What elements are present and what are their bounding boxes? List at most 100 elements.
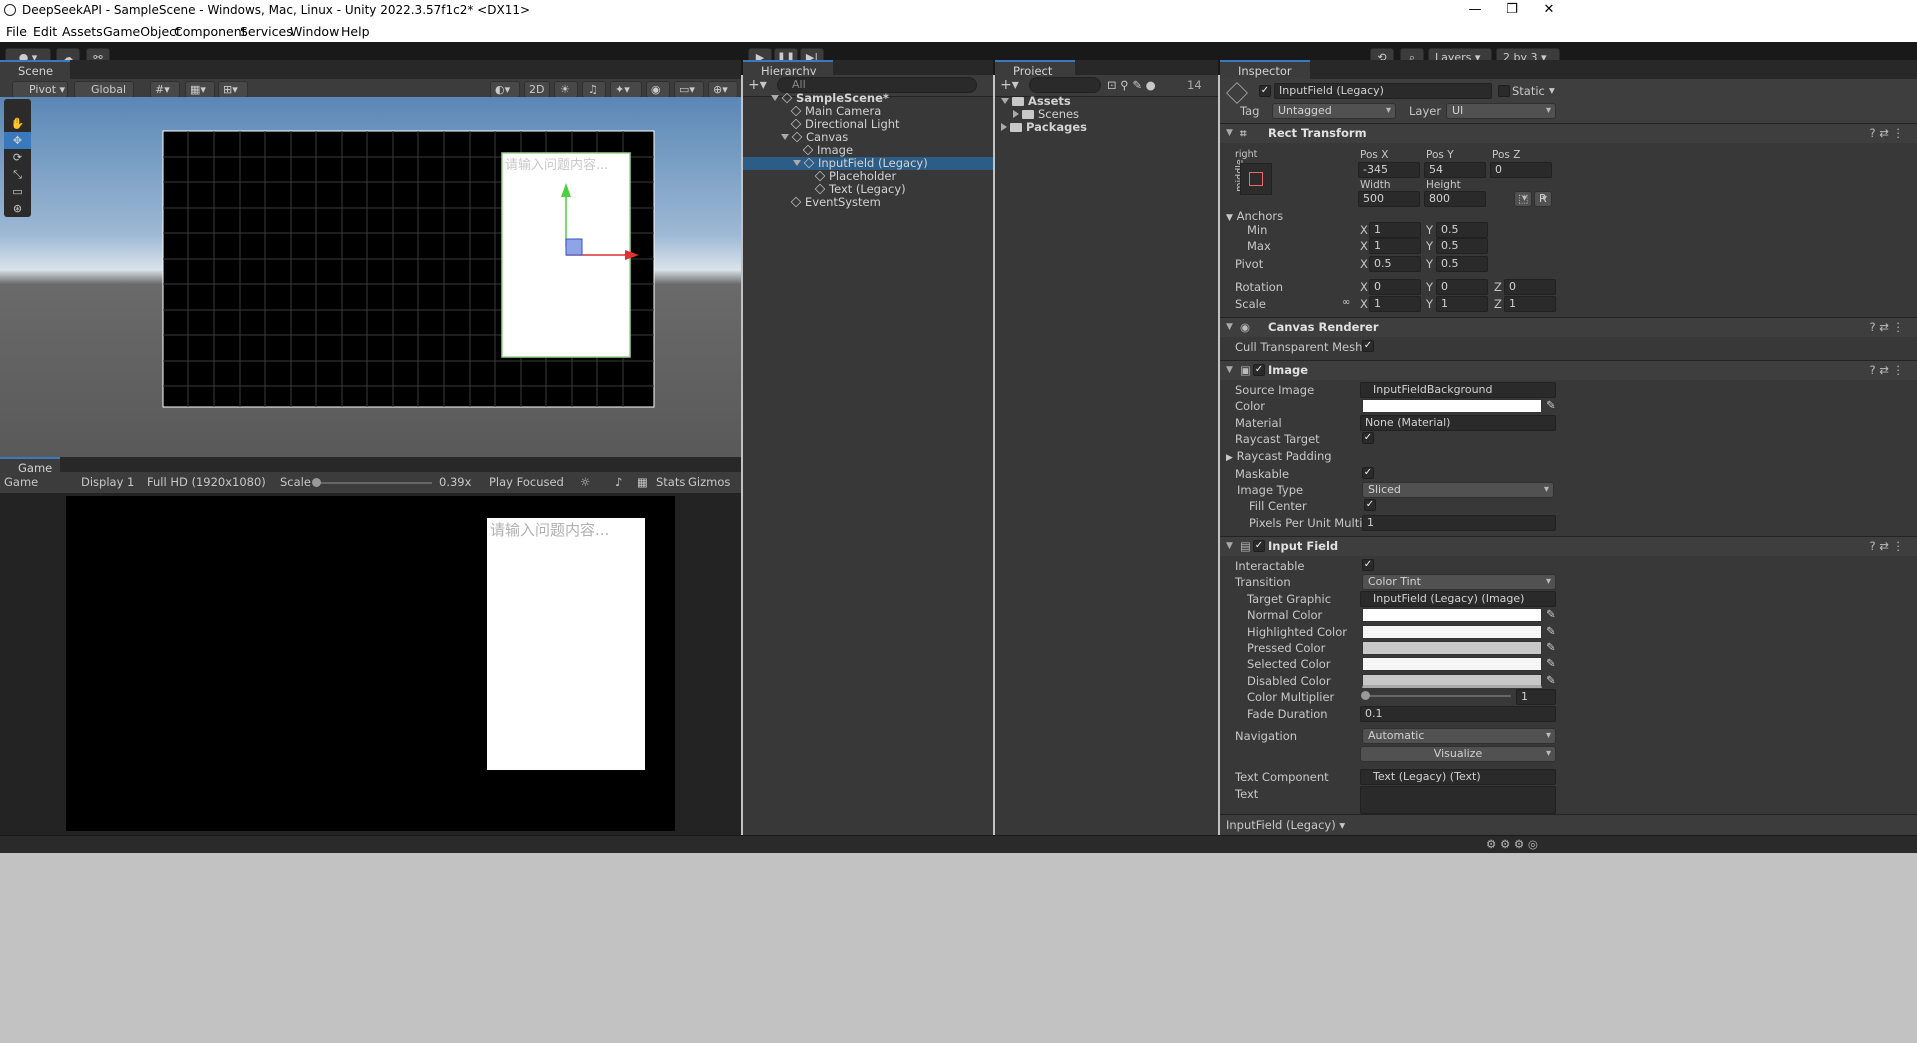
component-menu-icons[interactable]: ? ⇄ ⋮ [1869, 537, 1904, 556]
menu-component[interactable]: Component [174, 24, 247, 39]
component-menu-icons[interactable]: ? ⇄ ⋮ [1869, 361, 1904, 380]
tab-inspector[interactable]: Inspector [1220, 60, 1310, 79]
anchor-max-x-field[interactable]: 1 [1369, 238, 1421, 254]
scale-x-field[interactable]: 1 [1369, 296, 1421, 312]
bug-icon[interactable]: ☼ [580, 475, 590, 489]
hierarchy-item[interactable]: EventSystem [743, 196, 993, 209]
material-field[interactable]: None (Material) [1360, 415, 1556, 431]
eyedropper-icon[interactable]: ✎ [1546, 624, 1556, 638]
ppu-field[interactable]: 1 [1362, 515, 1556, 531]
eyedropper-icon[interactable]: ✎ [1546, 398, 1556, 412]
visualize-button[interactable]: Visualize [1360, 746, 1556, 762]
disabled-color-swatch[interactable] [1362, 674, 1542, 688]
frame-icon[interactable]: ▦ [637, 475, 648, 489]
rotation-y-field[interactable]: 0 [1436, 279, 1488, 295]
height-field[interactable]: 800 [1424, 191, 1486, 207]
cull-checkbox[interactable]: ✓ [1362, 340, 1374, 352]
color-multiplier-slider[interactable] [1365, 695, 1511, 697]
scale-slider-handle[interactable] [312, 478, 321, 487]
anchors-foldout[interactable]: ▼ Anchors [1226, 209, 1283, 223]
active-checkbox[interactable]: ✓ [1259, 85, 1271, 97]
lighting-icon[interactable]: ☀ [554, 81, 578, 98]
hidden-objects-icon[interactable]: ◉ [646, 81, 670, 98]
stats-button[interactable]: Stats [656, 475, 685, 489]
rotation-z-field[interactable]: 0 [1504, 279, 1556, 295]
menu-services[interactable]: Services [240, 24, 293, 39]
pivot-x-field[interactable]: 0.5 [1369, 256, 1421, 272]
anchor-preset-button[interactable] [1240, 163, 1272, 195]
width-field[interactable]: 500 [1358, 191, 1420, 207]
project-search-input[interactable] [1029, 77, 1101, 93]
menu-file[interactable]: File [6, 24, 27, 39]
add-icon[interactable]: +▾ [748, 77, 767, 93]
canvas-renderer-header[interactable]: ▼ ◉ Canvas Renderer ? ⇄ ⋮ [1220, 317, 1917, 337]
gizmos-button[interactable]: Gizmos [688, 475, 730, 489]
filter-icons[interactable]: ⊡ ⚲ ✎ ● [1107, 78, 1156, 92]
menu-edit[interactable]: Edit [33, 24, 57, 39]
constrain-proportions-icon[interactable]: ∞ [1342, 297, 1350, 308]
grid-snap-icon[interactable]: #▾ [150, 81, 180, 98]
component-menu-icons[interactable]: ? ⇄ ⋮ [1869, 124, 1904, 143]
pivot-y-field[interactable]: 0.5 [1436, 256, 1488, 272]
rect-transform-header[interactable]: ▼ ⌗ Rect Transform ? ⇄ ⋮ [1220, 123, 1917, 143]
highlighted-color-swatch[interactable] [1362, 625, 1542, 639]
color-swatch[interactable] [1362, 399, 1542, 413]
image-component-header[interactable]: ▼ ▣ ✓ Image ? ⇄ ⋮ [1220, 360, 1917, 380]
anchor-min-x-field[interactable]: 1 [1369, 222, 1421, 238]
input-field-header[interactable]: ▼ ▤ ✓ Input Field ? ⇄ ⋮ [1220, 536, 1917, 556]
rotation-x-field[interactable]: 0 [1369, 279, 1421, 295]
posy-field[interactable]: 54 [1424, 162, 1486, 178]
status-icons[interactable]: ⚙ ⚙ ⚙ ◎ [1486, 837, 1538, 851]
text-component-field[interactable]: Text (Legacy) (Text) [1360, 769, 1556, 785]
draw-mode-icon[interactable]: ◐▾ [490, 81, 520, 98]
raw-edit-button[interactable]: R [1534, 191, 1552, 207]
text-field[interactable] [1360, 786, 1556, 814]
component-menu-icons[interactable]: ? ⇄ ⋮ [1869, 318, 1904, 337]
game-view[interactable]: 请输入问题内容... [66, 496, 675, 831]
transition-dropdown[interactable]: Color Tint [1362, 574, 1556, 590]
camera-icon[interactable]: ▭▾ [674, 81, 704, 98]
anchor-min-y-field[interactable]: 0.5 [1436, 222, 1488, 238]
blueprint-mode-button[interactable]: ⬚ [1514, 191, 1532, 207]
raycast-target-checkbox[interactable]: ✓ [1362, 432, 1374, 444]
scale-slider[interactable] [316, 482, 432, 484]
project-item[interactable]: Packages [995, 121, 1218, 134]
preview-dropdown[interactable]: InputField (Legacy) ▾ [1226, 818, 1345, 832]
object-name-field[interactable]: InputField (Legacy) [1274, 83, 1492, 99]
color-multiplier-handle[interactable] [1361, 691, 1370, 700]
gizmos-icon[interactable]: ⊕▾ [708, 81, 738, 98]
eyedropper-icon[interactable]: ✎ [1546, 640, 1556, 654]
maskable-checkbox[interactable]: ✓ [1362, 467, 1374, 479]
image-type-dropdown[interactable]: Sliced [1362, 482, 1554, 498]
static-checkbox[interactable] [1498, 85, 1510, 97]
game-inputfield[interactable]: 请输入问题内容... [487, 518, 645, 770]
close-button[interactable]: ✕ [1526, 0, 1572, 20]
color-multiplier-field[interactable]: 1 [1516, 689, 1556, 705]
source-image-field[interactable]: InputFieldBackground [1360, 382, 1556, 398]
audio-icon[interactable]: ♫ [582, 81, 606, 98]
static-dropdown-icon[interactable]: ▾ [1549, 83, 1555, 97]
target-graphic-field[interactable]: InputField (Legacy) (Image) [1360, 591, 1556, 607]
input-field-enabled-checkbox[interactable]: ✓ [1253, 540, 1265, 552]
normal-color-swatch[interactable] [1362, 608, 1542, 622]
play-focused-dropdown[interactable]: Play Focused [489, 475, 564, 489]
eyedropper-icon[interactable]: ✎ [1546, 607, 1556, 621]
scale-y-field[interactable]: 1 [1436, 296, 1488, 312]
tag-dropdown[interactable]: Untagged [1272, 103, 1396, 119]
eyedropper-icon[interactable]: ✎ [1546, 673, 1556, 687]
grid-icon[interactable]: ▦▾ [185, 81, 215, 98]
fill-center-checkbox[interactable]: ✓ [1364, 499, 1376, 511]
fade-duration-field[interactable]: 0.1 [1360, 706, 1556, 722]
menu-assets[interactable]: Assets [62, 24, 103, 39]
selected-color-swatch[interactable] [1362, 657, 1542, 671]
project-item[interactable]: Assets [995, 95, 1218, 108]
hierarchy-item[interactable]: Directional Light [743, 118, 993, 131]
posx-field[interactable]: -345 [1358, 162, 1420, 178]
interactable-checkbox[interactable]: ✓ [1362, 559, 1374, 571]
mute-icon[interactable]: ♪ [615, 475, 622, 489]
navigation-dropdown[interactable]: Automatic [1362, 728, 1556, 744]
global-dropdown[interactable]: Global ▾ [74, 81, 134, 111]
eyedropper-icon[interactable]: ✎ [1546, 656, 1556, 670]
effects-icon[interactable]: ✦▾ [610, 81, 642, 98]
display-dropdown[interactable]: Display 1 [81, 475, 134, 489]
